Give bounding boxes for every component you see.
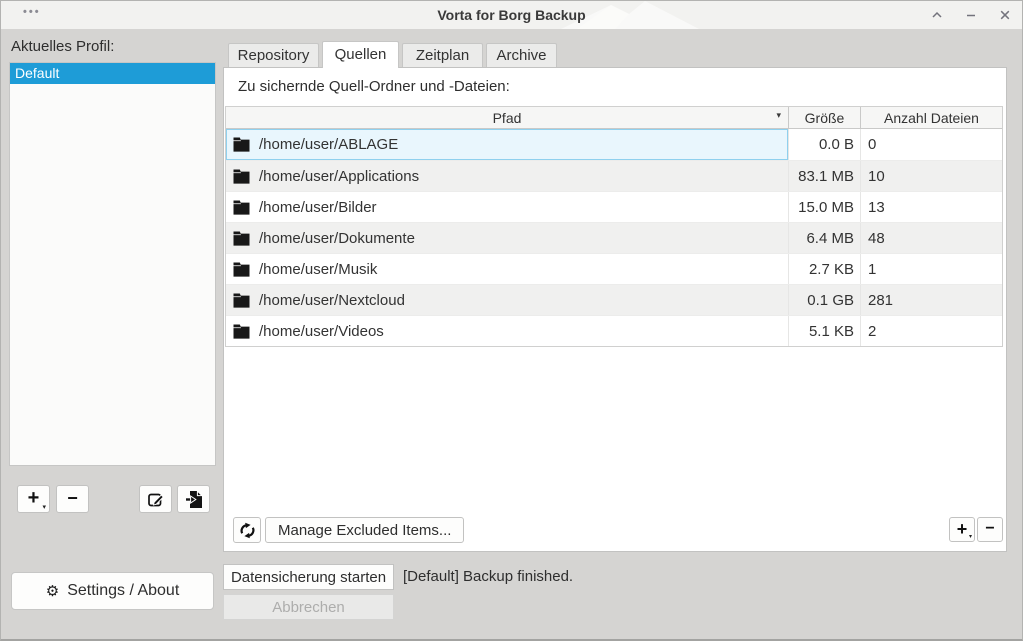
settings-about-button[interactable]: ⚙ Settings / About [11,572,214,610]
source-count-cell[interactable]: 281 [860,285,1002,315]
caret-down-icon: ▾ [42,504,46,511]
gear-icon: ⚙ [46,582,59,600]
column-header-anzahl-dateien[interactable]: Anzahl Dateien [860,107,1002,128]
source-size-cell[interactable]: 15.0 MB [788,192,860,222]
source-path: /home/user/Musik [259,261,377,278]
remove-source-button[interactable]: − [977,517,1003,542]
source-path-cell[interactable]: /home/user/Nextcloud [226,285,788,315]
table-row[interactable]: /home/user/Musik 2.7 KB 1 [226,253,1002,284]
tab-zeitplan[interactable]: Zeitplan [402,43,483,67]
close-icon [998,8,1012,22]
table-row[interactable]: /home/user/Videos 5.1 KB 2 [226,315,1002,346]
tab-repository[interactable]: Repository [228,43,319,67]
source-path: /home/user/ABLAGE [259,136,398,153]
table-row[interactable]: /home/user/Bilder 15.0 MB 13 [226,191,1002,222]
source-path-cell[interactable]: /home/user/Bilder [226,192,788,222]
add-source-button[interactable]: + ▾ [949,517,975,542]
source-path-cell[interactable]: /home/user/ABLAGE [226,129,788,160]
export-profile-button[interactable] [177,485,210,513]
table-row[interactable]: /home/user/Dokumente 6.4 MB 48 [226,222,1002,253]
column-header-groesse[interactable]: Größe [788,107,860,128]
manage-excluded-items-button[interactable]: Manage Excluded Items... [265,517,464,543]
source-path: /home/user/Applications [259,168,419,185]
source-size-cell[interactable]: 5.1 KB [788,316,860,346]
status-message: [Default] Backup finished. [403,564,573,590]
source-count-cell[interactable]: 10 [860,161,1002,191]
source-count-cell[interactable]: 2 [860,316,1002,346]
titlebar: ••• Vorta for Borg Backup [1,1,1022,29]
folder-icon [233,200,250,215]
refresh-icon [239,522,256,539]
current-profile-label: Aktuelles Profil: [11,38,114,55]
source-path-cell[interactable]: /home/user/Applications [226,161,788,191]
folder-icon [233,324,250,339]
source-count-cell[interactable]: 13 [860,192,1002,222]
table-row[interactable]: /home/user/Nextcloud 0.1 GB 281 [226,284,1002,315]
source-count-cell[interactable]: 0 [860,129,1002,160]
app-window: ••• Vorta for Borg Backup Aktuelles Prof… [0,0,1023,641]
source-size-cell[interactable]: 0.1 GB [788,285,860,315]
table-header: Pfad ▾ Größe Anzahl Dateien [226,107,1002,129]
window-controls [926,1,1016,29]
profile-list: Default [9,62,216,466]
column-header-pfad-label: Pfad [493,110,522,126]
plus-icon: + [957,520,968,538]
minus-icon [964,8,978,22]
start-backup-button[interactable]: Datensicherung starten [223,564,394,590]
minimize-button[interactable] [960,4,982,26]
column-header-pfad[interactable]: Pfad ▾ [226,107,788,128]
caret-down-icon: ▾ [969,534,972,540]
add-profile-button[interactable]: + ▾ [17,485,50,513]
settings-about-label: Settings / About [67,582,179,600]
source-path-cell[interactable]: /home/user/Videos [226,316,788,346]
source-size-cell[interactable]: 0.0 B [788,129,860,160]
chevron-up-icon [930,8,944,22]
window-title: Vorta for Borg Backup [1,1,1022,29]
source-path: /home/user/Nextcloud [259,292,405,309]
source-count-cell[interactable]: 1 [860,254,1002,284]
tab-quellen[interactable]: Quellen [322,41,399,68]
refresh-sources-button[interactable] [233,517,261,543]
table-row[interactable]: /home/user/Applications 83.1 MB 10 [226,160,1002,191]
folder-icon [233,293,250,308]
edit-pencil-icon [147,490,165,508]
cancel-button-disabled[interactable]: Abbrechen [223,594,394,620]
sources-table: Pfad ▾ Größe Anzahl Dateien /home/user/A… [225,106,1003,347]
source-path-cell[interactable]: /home/user/Musik [226,254,788,284]
remove-profile-button[interactable]: − [56,485,89,513]
edit-profile-button[interactable] [139,485,172,513]
folder-icon [233,137,250,152]
source-count-cell[interactable]: 48 [860,223,1002,253]
source-path: /home/user/Dokumente [259,230,415,247]
close-button[interactable] [994,4,1016,26]
source-size-cell[interactable]: 83.1 MB [788,161,860,191]
source-size-cell[interactable]: 6.4 MB [788,223,860,253]
folder-icon [233,231,250,246]
source-size-cell[interactable]: 2.7 KB [788,254,860,284]
export-document-icon [185,490,203,509]
plus-icon: + [28,488,40,508]
tab-archive[interactable]: Archive [486,43,557,67]
minus-icon: − [985,521,994,537]
source-path: /home/user/Bilder [259,199,377,216]
table-row[interactable]: /home/user/ABLAGE 0.0 B 0 [226,129,1002,160]
sort-desc-icon: ▾ [776,110,781,121]
source-path-cell[interactable]: /home/user/Dokumente [226,223,788,253]
sources-panel: Zu sichernde Quell-Ordner und -Dateien: … [223,67,1007,552]
profile-list-item-default[interactable]: Default [10,63,215,84]
sources-heading: Zu sichernde Quell-Ordner und -Dateien: [238,78,510,95]
folder-icon [233,169,250,184]
minus-icon: − [67,489,78,507]
folder-icon [233,262,250,277]
source-path: /home/user/Videos [259,323,384,340]
maximize-button[interactable] [926,4,948,26]
